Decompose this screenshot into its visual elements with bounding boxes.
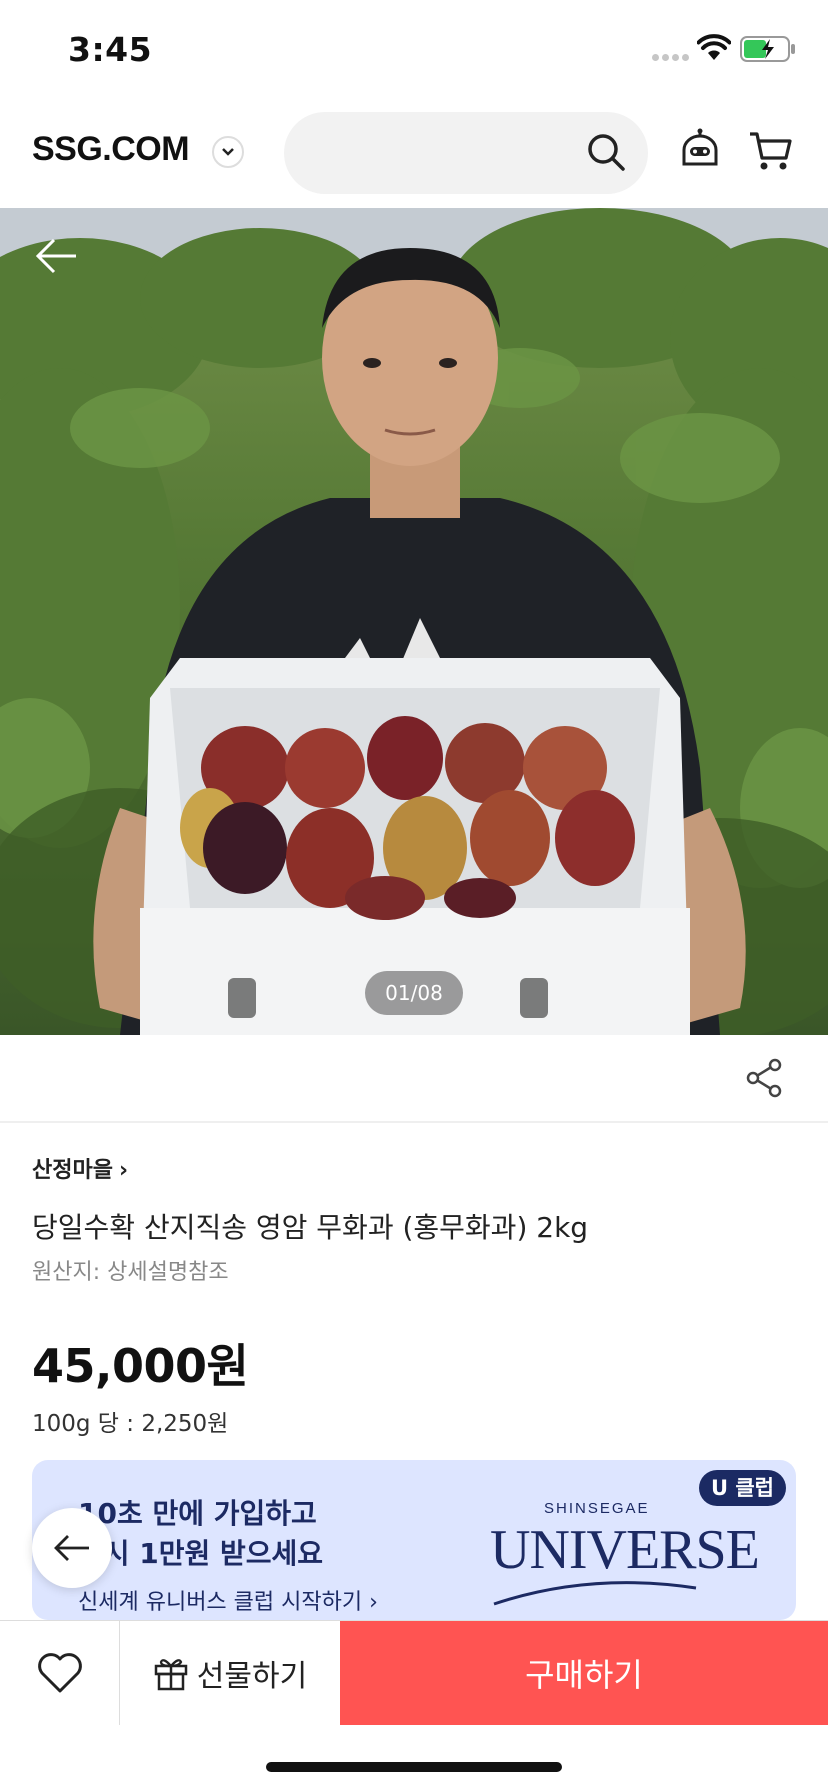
product-price: 45,000원 <box>32 1339 249 1393</box>
seller-link[interactable]: 산정마을 › <box>32 1152 128 1184</box>
chatbot-icon[interactable] <box>680 128 720 172</box>
wifi-icon <box>697 34 731 60</box>
image-counter: 01/08 <box>365 971 463 1015</box>
buy-button[interactable]: 구매하기 <box>340 1621 828 1725</box>
universe-club-banner[interactable]: 10초 만에 가입하고 즉시 1만원 받으세요 신세계 유니버스 클럽 시작하기… <box>32 1460 796 1620</box>
wishlist-button[interactable] <box>0 1621 120 1725</box>
u-club-badge: U 클럽 <box>698 1470 786 1506</box>
product-photo <box>0 208 828 1035</box>
floating-back-button[interactable] <box>32 1508 112 1588</box>
status-bar: 3:45 <box>0 0 828 100</box>
product-title: 당일수확 산지직송 영암 무화과 (홍무화과) 2kg <box>32 1211 589 1244</box>
banner-headline-2: 즉시 1만원 받으세요 <box>78 1537 324 1570</box>
chevron-right-icon: › <box>369 1590 378 1615</box>
share-row <box>0 1035 828 1123</box>
status-time: 3:45 <box>68 30 153 69</box>
unit-price: 100g 당 : 2,250원 <box>32 1411 229 1437</box>
product-origin: 원산지: 상세설명참조 <box>32 1260 229 1285</box>
gift-button-label: 선물하기 <box>196 1659 308 1694</box>
cellular-signal-icon <box>652 54 692 62</box>
product-image-gallery[interactable]: 01/08 <box>0 208 828 1035</box>
buy-button-label: 구매하기 <box>525 1656 643 1694</box>
chevron-right-icon: › <box>118 1158 129 1183</box>
back-arrow-icon[interactable] <box>34 236 78 276</box>
home-indicator <box>266 1762 562 1772</box>
shinsegae-brand-text: SHINSEGAE <box>544 1500 650 1517</box>
search-input[interactable] <box>284 112 648 194</box>
chevron-down-icon[interactable] <box>212 136 244 168</box>
share-icon[interactable] <box>744 1057 784 1099</box>
battery-icon <box>740 36 795 62</box>
gift-icon <box>154 1659 188 1691</box>
universe-brand-text: UNIVERSE <box>490 1519 760 1581</box>
search-icon[interactable] <box>586 132 626 172</box>
back-arrow-icon <box>54 1535 89 1561</box>
bottom-action-bar: 선물하기 구매하기 <box>0 1620 828 1725</box>
app-header: SSG.COM <box>0 100 828 208</box>
heart-icon <box>37 1653 82 1693</box>
universe-swoosh-logo <box>493 1581 697 1606</box>
cart-icon[interactable] <box>748 130 792 172</box>
banner-headline-1: 10초 만에 가입하고 <box>78 1497 317 1530</box>
banner-cta-link[interactable]: 신세계 유니버스 클럽 시작하기 › <box>78 1584 378 1616</box>
gift-button[interactable]: 선물하기 <box>121 1621 339 1725</box>
seller-name: 산정마을 <box>32 1158 113 1183</box>
ssg-logo[interactable]: SSG.COM <box>32 130 190 169</box>
banner-cta-label: 신세계 유니버스 클럽 시작하기 <box>78 1590 363 1615</box>
